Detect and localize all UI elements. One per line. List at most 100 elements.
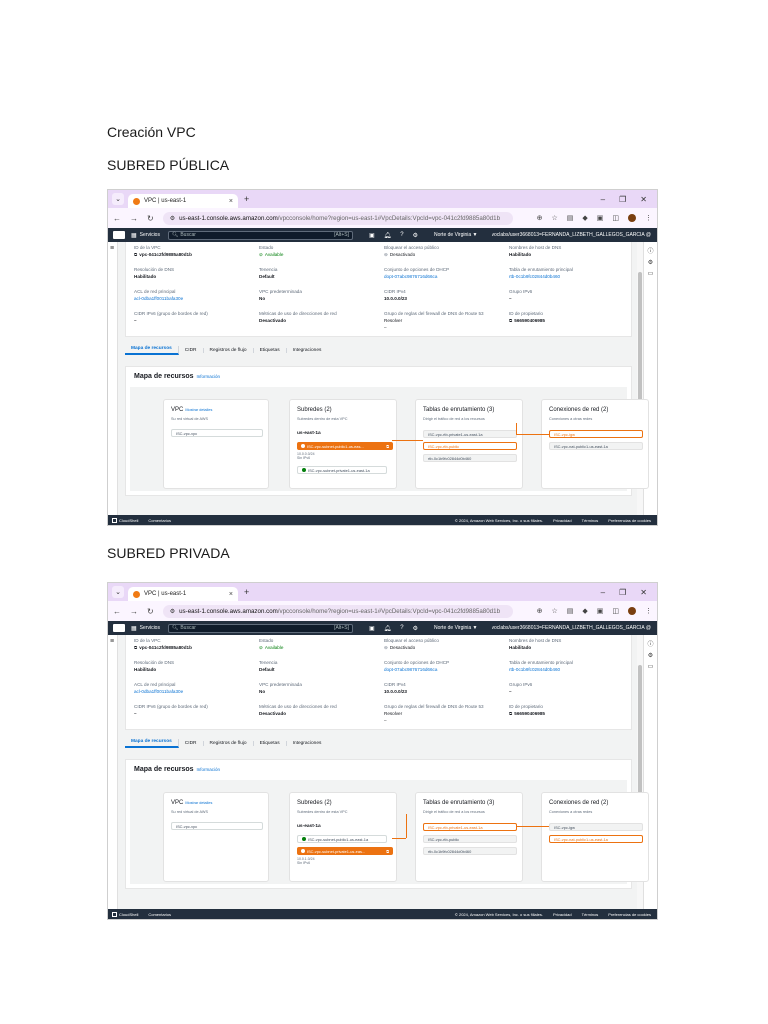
account-menu[interactable]: voclabs/user3668013=FERNANDA_LIZBETH_GAL… (492, 625, 652, 631)
info-link[interactable]: Información (197, 374, 221, 379)
browser-tab[interactable]: VPC | us-east-1 × (128, 194, 238, 208)
help-icon[interactable]: ? (400, 232, 403, 239)
copy-icon[interactable]: ⧉ (509, 711, 512, 716)
feedback-link[interactable]: Comentarios (148, 518, 171, 523)
bookmark-star-icon[interactable]: ☆ (551, 214, 557, 222)
site-info-icon[interactable]: ⚙ (170, 215, 175, 222)
tab-flow-logs[interactable]: Registros de flujo (204, 347, 254, 353)
hamburger-menu-icon[interactable]: ≡ (110, 638, 114, 645)
acl-link[interactable]: acl-0dba1ff0011bafa30e (134, 296, 254, 301)
region-selector[interactable]: Norte de Virginia ▼ (434, 232, 478, 238)
settings-panel-icon[interactable]: ⚙ (648, 259, 653, 266)
browser-tab[interactable]: VPC | us-east-1 × (128, 587, 238, 601)
subnet-selected-pill[interactable]: ISC-vpc-subnet-public1-us-eas... ⧉ (297, 442, 393, 450)
cookie-preferences-link[interactable]: Preferencias de cookies (608, 518, 651, 523)
tab-search-icon[interactable]: ⌄ (112, 193, 124, 205)
tab-tags[interactable]: Etiquetas (254, 347, 287, 353)
extension-icon-2[interactable]: ◆ (582, 214, 587, 222)
copy-icon[interactable]: ⧉ (134, 645, 137, 650)
browser-menu-icon[interactable]: ⋮ (645, 607, 652, 615)
settings-gear-icon[interactable]: ⚙ (413, 625, 418, 632)
restore-icon[interactable]: ❐ (619, 588, 626, 597)
browser-menu-icon[interactable]: ⋮ (645, 214, 652, 222)
subnet-other-pill[interactable]: ISC-vpc-subnet-private1-us-east-1a (297, 466, 387, 474)
account-menu[interactable]: voclabs/user3668013=FERNANDA_LIZBETH_GAL… (492, 232, 652, 238)
terms-link[interactable]: Términos (582, 518, 599, 523)
close-tab-icon[interactable]: × (229, 198, 233, 205)
hamburger-menu-icon[interactable]: ≡ (110, 245, 114, 252)
info-link[interactable]: Información (197, 767, 221, 772)
copy-icon[interactable]: ⧉ (134, 252, 137, 257)
tab-resource-map[interactable]: Mapa de recursos (125, 345, 179, 355)
route-table-pill-2[interactable]: ISC-vpc-rtb-public (423, 835, 517, 843)
tab-cidr[interactable]: CIDR (179, 347, 204, 353)
services-menu[interactable]: Servicios (140, 625, 160, 631)
route-table-pill-2[interactable]: ISC-vpc-rtb-public (423, 442, 517, 450)
new-tab-icon[interactable]: + (244, 194, 249, 204)
reload-icon[interactable]: ↻ (147, 607, 154, 616)
new-tab-icon[interactable]: + (244, 587, 249, 597)
site-info-icon[interactable]: ⚙ (170, 608, 175, 615)
route-table-pill-1[interactable]: ISC-vpc-rtb-private1-us-east-1a (423, 430, 517, 438)
forward-icon[interactable]: → (130, 607, 138, 616)
help-icon[interactable]: ? (400, 625, 403, 632)
zoom-icon[interactable]: ⊕ (537, 214, 543, 222)
console-search-input[interactable]: 🔍︎ Buscar [Alt+S] (167, 230, 353, 240)
sidepanel-icon[interactable]: ◫ (612, 607, 619, 615)
connection-pill-igw[interactable]: ISC-vpc-igw (549, 823, 643, 831)
sidepanel-icon[interactable]: ◫ (612, 214, 619, 222)
feedback-link[interactable]: Comentarios (148, 912, 171, 917)
back-icon[interactable]: ← (113, 607, 121, 616)
acl-link[interactable]: acl-0dba1ff0011bafa30e (134, 689, 254, 694)
tab-integrations[interactable]: Integraciones (287, 348, 328, 353)
tab-flow-logs[interactable]: Registros de flujo (204, 740, 254, 746)
bookmark-star-icon[interactable]: ☆ (551, 607, 557, 615)
url-field[interactable]: ⚙ us-east-1.console.aws.amazon.com /vpcc… (162, 604, 513, 618)
feedback-panel-icon[interactable]: ▭ (648, 663, 654, 670)
subnet-selected-pill[interactable]: ISC-vpc-subnet-private1-us-eas... ⧉ (297, 847, 393, 855)
region-selector[interactable]: Norte de Virginia ▼ (434, 625, 478, 631)
cloudshell-icon[interactable]: ▣ (369, 232, 375, 239)
notifications-bell-icon[interactable]: 🔔︎ (384, 232, 392, 239)
dhcp-link[interactable]: dopt-07abc9876716d66ca (384, 667, 504, 672)
tab-resource-map[interactable]: Mapa de recursos (125, 738, 179, 748)
console-search-input[interactable]: 🔍︎ Buscar [Alt+S] (167, 623, 353, 633)
privacy-link[interactable]: Privacidad (553, 912, 572, 917)
terms-link[interactable]: Términos (582, 912, 599, 917)
connection-pill-igw[interactable]: ISC-vpc-igw (549, 430, 643, 438)
subnet-other-pill[interactable]: ISC-vpc-subnet-public1-us-east-1a (297, 835, 387, 843)
forward-icon[interactable]: → (130, 214, 138, 223)
connection-pill-nat[interactable]: ISC-vpc-nat-public1-us-east-1a (549, 835, 643, 843)
tab-search-icon[interactable]: ⌄ (112, 586, 124, 598)
close-window-icon[interactable]: ✕ (640, 195, 647, 204)
cloudshell-icon[interactable]: ▣ (369, 625, 375, 632)
privacy-link[interactable]: Privacidad (553, 518, 572, 523)
url-field[interactable]: ⚙ us-east-1.console.aws.amazon.com /vpcc… (162, 211, 513, 225)
close-tab-icon[interactable]: × (229, 591, 233, 598)
route-table-link[interactable]: rtb-0c1b9fc02844d0b460 (509, 667, 629, 672)
profile-avatar[interactable] (628, 214, 636, 222)
profile-avatar[interactable] (628, 607, 636, 615)
info-panel-icon[interactable]: ⓘ (647, 639, 653, 648)
tab-integrations[interactable]: Integraciones (287, 741, 328, 746)
route-table-link[interactable]: rtb-0c1b9fc02844d0b460 (509, 274, 629, 279)
minimize-icon[interactable]: – (601, 195, 605, 204)
zoom-icon[interactable]: ⊕ (537, 607, 543, 615)
tab-cidr[interactable]: CIDR (179, 740, 204, 746)
settings-gear-icon[interactable]: ⚙ (413, 232, 418, 239)
info-panel-icon[interactable]: ⓘ (647, 246, 653, 255)
minimize-icon[interactable]: – (601, 588, 605, 597)
restore-icon[interactable]: ❐ (619, 195, 626, 204)
extension-icon[interactable]: ▤ (567, 607, 574, 615)
vpc-name-pill[interactable]: ISC-vpc-vpc (171, 429, 263, 437)
cookie-preferences-link[interactable]: Preferencias de cookies (608, 912, 651, 917)
extension-icon[interactable]: ▤ (567, 214, 574, 222)
route-table-pill-3[interactable]: rtb-0c1b9fc02844d0b460 (423, 847, 517, 855)
cloudshell-link[interactable]: CloudShell (119, 518, 138, 523)
settings-panel-icon[interactable]: ⚙ (648, 652, 653, 659)
route-table-pill-3[interactable]: rtb-0c1b9fc02844d0b460 (423, 454, 517, 462)
extensions-puzzle-icon[interactable]: ▣ (597, 214, 604, 222)
extensions-puzzle-icon[interactable]: ▣ (597, 607, 604, 615)
services-grid-icon[interactable]: ▦ (131, 232, 137, 239)
aws-logo-icon[interactable] (113, 624, 125, 632)
